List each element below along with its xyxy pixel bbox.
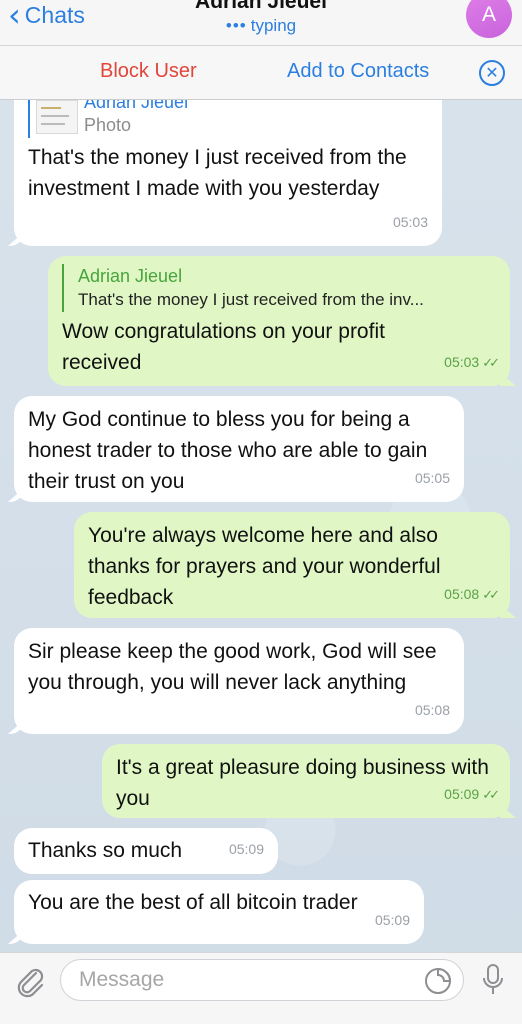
typing-status-label: typing xyxy=(250,16,297,35)
message-outgoing[interactable]: Adrian Jieuel That's the money I just re… xyxy=(48,256,516,386)
close-icon[interactable]: ✕ xyxy=(479,60,505,86)
message-text: Sir please keep the good work, God will … xyxy=(28,640,437,694)
reply-bar xyxy=(28,98,30,138)
reply-snippet: That's the money I just received from th… xyxy=(78,290,424,309)
block-user-button[interactable]: Block User xyxy=(100,60,197,83)
bubble-tail xyxy=(8,720,24,734)
message-incoming[interactable]: You are the best of all bitcoin trader 0… xyxy=(8,880,424,944)
microphone-icon[interactable] xyxy=(482,963,504,997)
message-time-value: 05:09 xyxy=(444,786,480,802)
sticker-icon[interactable] xyxy=(424,967,452,995)
message-time: 05:05 xyxy=(414,470,450,486)
message-text: You're always welcome here and also than… xyxy=(88,524,441,609)
bubble-tail xyxy=(500,604,516,618)
contact-action-bar: Block User Add to Contacts ✕ xyxy=(0,46,522,100)
message-time-value: 05:03 xyxy=(444,354,480,370)
message-text: That's the money I just received from th… xyxy=(28,146,407,200)
message-time: 05:09 xyxy=(374,912,410,928)
message-time: 05:03 ✓✓ xyxy=(444,347,500,378)
add-to-contacts-button[interactable]: Add to Contacts xyxy=(287,60,429,83)
paperclip-icon[interactable] xyxy=(14,965,48,999)
message-outgoing[interactable]: You're always welcome here and also than… xyxy=(74,512,516,618)
message-text: Wow congratulations on your profit recei… xyxy=(62,320,385,374)
composer-bar xyxy=(0,952,522,1024)
message-text: It's a great pleasure doing business wit… xyxy=(116,756,489,810)
double-check-icon: ✓✓ xyxy=(482,787,500,802)
avatar-letter: A xyxy=(481,3,496,26)
message-incoming[interactable]: My God continue to bless you for being a… xyxy=(8,396,464,502)
typing-status: ••• typing xyxy=(0,16,522,36)
message-outgoing[interactable]: It's a great pleasure doing business wit… xyxy=(102,744,516,818)
bubble-tail xyxy=(8,232,24,246)
typing-dots-icon: ••• xyxy=(225,16,247,35)
message-time: 05:03 xyxy=(392,214,428,230)
message-time: 05:09 xyxy=(228,841,264,857)
bubble-tail xyxy=(8,488,24,502)
double-check-icon: ✓✓ xyxy=(482,587,500,602)
double-check-icon: ✓✓ xyxy=(482,355,500,370)
chat-title: Adrian Jieuel xyxy=(195,0,327,13)
message-time: 05:09 ✓✓ xyxy=(444,779,500,810)
chat-title-block[interactable]: Adrian Jieuel ••• typing xyxy=(0,0,522,36)
message-text: You are the best of all bitcoin trader xyxy=(28,891,358,914)
chat-header: ‹ Chats Adrian Jieuel ••• typing A xyxy=(0,0,522,46)
message-time: 05:08 ✓✓ xyxy=(444,579,500,610)
reply-author: Adrian Jieuel xyxy=(78,266,183,286)
message-incoming[interactable]: Adrian Jieuel Photo That's the money I j… xyxy=(8,82,442,246)
message-incoming[interactable]: Thanks so much 05:09 xyxy=(14,828,278,874)
message-time: 05:08 xyxy=(414,702,450,718)
photo-thumbnail xyxy=(36,100,78,134)
message-input[interactable] xyxy=(60,959,464,1001)
message-text: My God continue to bless you for being a… xyxy=(28,408,428,493)
reply-preview[interactable]: Adrian Jieuel That's the money I just re… xyxy=(62,264,496,312)
bubble-tail xyxy=(8,930,24,944)
message-text: Thanks so much xyxy=(28,839,183,862)
message-incoming[interactable]: Sir please keep the good work, God will … xyxy=(8,628,464,734)
reply-type: Photo xyxy=(84,115,132,135)
bubble-tail xyxy=(500,372,516,386)
message-list: Adrian Jieuel Photo That's the money I j… xyxy=(0,0,522,1024)
bubble-tail xyxy=(500,804,516,818)
message-time-value: 05:08 xyxy=(444,586,480,602)
